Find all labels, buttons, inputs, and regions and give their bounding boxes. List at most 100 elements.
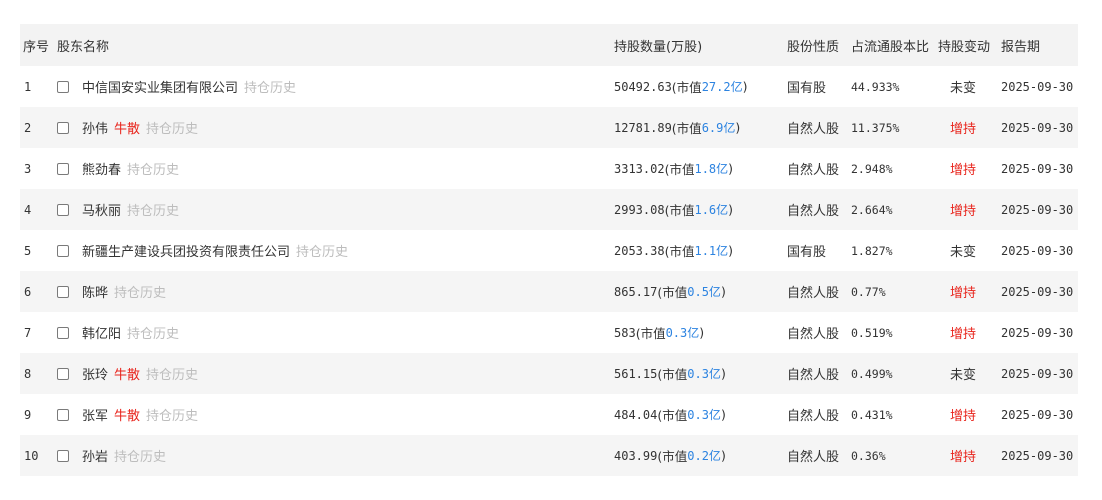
history-link[interactable]: 持仓历史 (244, 77, 296, 96)
share-type: 自然人股 (787, 286, 840, 301)
share-type: 自然人股 (787, 163, 840, 178)
row-index: 9 (24, 407, 32, 422)
share-type: 自然人股 (787, 122, 840, 137)
share-type: 自然人股 (787, 450, 840, 465)
row-name-cell: 孙岩 持仓历史 (82, 435, 166, 476)
row-index: 6 (24, 284, 32, 299)
shares-cell: 3313.02 (市值 1.8亿) (614, 148, 733, 189)
market-value-prefix: (市值 (664, 203, 695, 218)
table-header: 序号 股东名称 持股数量(万股) 股份性质 占流通股本比 持股变动 报告期 (20, 24, 1078, 66)
row-name-cell: 张军 牛散 持仓历史 (82, 394, 198, 435)
shareholder-name[interactable]: 孙岩 (82, 446, 108, 465)
checkbox-box[interactable] (57, 162, 69, 175)
shareholder-name[interactable]: 张军 (82, 405, 108, 424)
market-value-suffix: ) (699, 325, 705, 340)
row-checkbox[interactable] (57, 189, 69, 230)
shares-cell: 561.15 (市值 0.3亿) (614, 353, 726, 394)
checkbox-box[interactable] (57, 203, 69, 216)
shareholder-name[interactable]: 新疆生产建设兵团投资有限责任公司 (82, 241, 290, 260)
checkbox-box[interactable] (57, 449, 69, 462)
row-checkbox[interactable] (57, 312, 69, 353)
bull-badge: 牛散 (114, 409, 141, 424)
float-ratio: 2.664% (851, 202, 893, 217)
shares-cell: 583 (市值 0.3亿) (614, 312, 704, 353)
float-ratio: 0.36% (851, 448, 886, 463)
history-link[interactable]: 持仓历史 (146, 364, 198, 383)
report-date: 2025-09-30 (1001, 243, 1074, 258)
table-row: 3 熊劲春 持仓历史 3313.02 (市值 1.8亿) 自然人股 2.948% 增持 2025-… (20, 148, 1078, 189)
holding-change: 增持 (950, 409, 977, 424)
market-value-suffix: ) (735, 120, 741, 135)
history-link[interactable]: 持仓历史 (114, 446, 166, 465)
checkbox-box[interactable] (57, 121, 69, 134)
shares-cell: 12781.89 (市值 6.9亿) (614, 107, 740, 148)
row-checkbox[interactable] (57, 394, 69, 435)
row-index: 8 (24, 366, 32, 381)
shareholder-name[interactable]: 熊劲春 (82, 159, 121, 178)
market-value: 0.3亿 (665, 326, 700, 340)
history-link[interactable]: 持仓历史 (114, 282, 166, 301)
table-row: 10 孙岩 持仓历史 403.99 (市值 0.2亿) 自然人股 0.36% 增持 2025-09… (20, 435, 1078, 476)
history-link[interactable]: 持仓历史 (127, 323, 179, 342)
checkbox-box[interactable] (57, 244, 69, 257)
table-row: 6 陈晔 持仓历史 865.17 (市值 0.5亿) 自然人股 0.77% 增持 2025-09-… (20, 271, 1078, 312)
row-name-cell: 熊劲春 持仓历史 (82, 148, 179, 189)
checkbox-box[interactable] (57, 80, 69, 93)
row-checkbox[interactable] (57, 66, 69, 107)
float-ratio: 0.77% (851, 284, 886, 299)
market-value: 0.3亿 (687, 367, 721, 381)
share-type: 自然人股 (787, 327, 840, 342)
shareholder-name[interactable]: 陈晔 (82, 282, 108, 301)
shareholder-name[interactable]: 韩亿阳 (82, 323, 121, 342)
shares-value: 2993.08 (614, 202, 665, 217)
table-row: 2 孙伟 牛散 持仓历史 12781.89 (市值 6.9亿) 自然人股 11.375% 增持 20… (20, 107, 1078, 148)
table-row: 9 张军 牛散 持仓历史 484.04 (市值 0.3亿) 自然人股 0.431% 增持 2025-… (20, 394, 1078, 435)
row-name-cell: 韩亿阳 持仓历史 (82, 312, 179, 353)
float-ratio: 2.948% (851, 161, 893, 176)
checkbox-box[interactable] (57, 326, 69, 339)
checkbox-box[interactable] (57, 367, 69, 380)
shares-cell: 2993.08 (市值 1.6亿) (614, 189, 733, 230)
shareholder-name[interactable]: 张玲 (82, 364, 108, 383)
history-link[interactable]: 持仓历史 (127, 200, 179, 219)
float-ratio: 0.431% (851, 407, 893, 422)
bull-badge: 牛散 (114, 122, 141, 137)
report-date: 2025-09-30 (1001, 366, 1074, 381)
row-checkbox[interactable] (57, 148, 69, 189)
header-name: 股东名称 (57, 39, 110, 55)
market-value: 0.2亿 (687, 449, 721, 463)
history-link[interactable]: 持仓历史 (146, 118, 198, 137)
table-row: 8 张玲 牛散 持仓历史 561.15 (市值 0.3亿) 自然人股 0.499% 未变 2025-… (20, 353, 1078, 394)
row-index: 3 (24, 161, 32, 176)
shareholder-name[interactable]: 孙伟 (82, 118, 108, 137)
share-type: 自然人股 (787, 409, 840, 424)
holding-change: 增持 (950, 327, 977, 342)
row-checkbox[interactable] (57, 435, 69, 476)
share-type: 自然人股 (787, 368, 840, 383)
checkbox-box[interactable] (57, 285, 69, 298)
report-date: 2025-09-30 (1001, 120, 1074, 135)
share-type: 国有股 (787, 245, 827, 260)
float-ratio: 1.827% (851, 243, 893, 258)
history-link[interactable]: 持仓历史 (146, 405, 198, 424)
market-value-prefix: (市值 (657, 285, 688, 300)
row-checkbox[interactable] (57, 271, 69, 312)
shares-value: 583 (614, 325, 636, 340)
history-link[interactable]: 持仓历史 (127, 159, 179, 178)
checkbox-box[interactable] (57, 408, 69, 421)
row-checkbox[interactable] (57, 107, 69, 148)
holding-change: 增持 (950, 204, 977, 219)
shareholder-name[interactable]: 中信国安实业集团有限公司 (82, 77, 238, 96)
market-value-prefix: (市值 (657, 449, 688, 464)
float-ratio: 11.375% (851, 120, 900, 135)
history-link[interactable]: 持仓历史 (296, 241, 348, 260)
shares-value: 403.99 (614, 448, 658, 463)
shareholder-name[interactable]: 马秋丽 (82, 200, 121, 219)
float-ratio: 0.519% (851, 325, 893, 340)
row-checkbox[interactable] (57, 230, 69, 271)
row-name-cell: 新疆生产建设兵团投资有限责任公司 持仓历史 (82, 230, 348, 271)
row-name-cell: 马秋丽 持仓历史 (82, 189, 179, 230)
row-checkbox[interactable] (57, 353, 69, 394)
report-date: 2025-09-30 (1001, 325, 1074, 340)
holding-change: 增持 (950, 163, 977, 178)
